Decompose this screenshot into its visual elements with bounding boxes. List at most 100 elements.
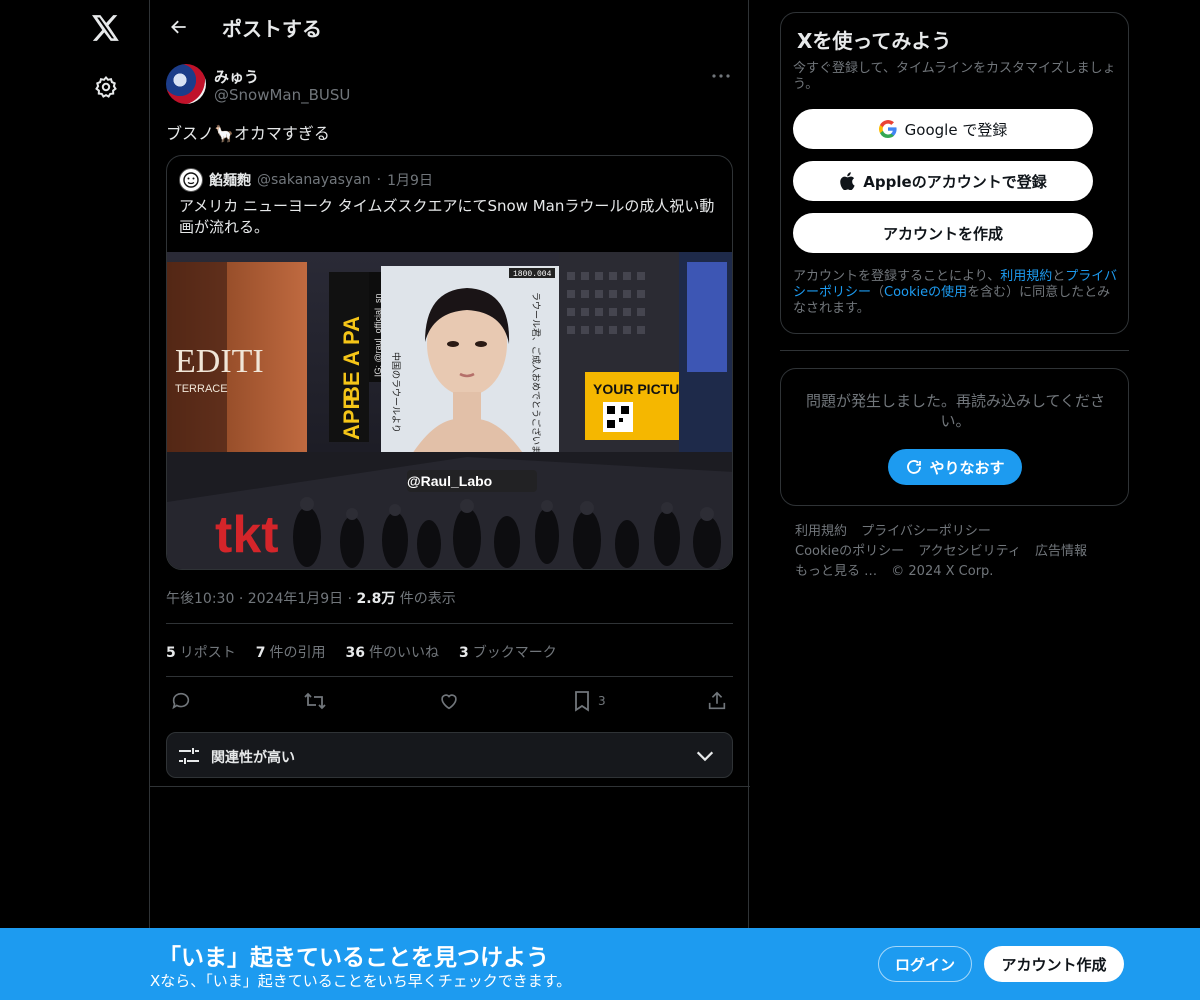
footer-link-more[interactable]: もっと見る … xyxy=(795,564,877,579)
cookie-use-link[interactable]: Cookieの使用 xyxy=(884,285,967,300)
retry-label: やりなおす xyxy=(929,458,1005,477)
banner-create-account-button[interactable]: アカウント作成 xyxy=(984,946,1124,982)
google-signup-button[interactable]: Google で登録 xyxy=(793,109,1093,149)
apple-icon xyxy=(840,172,855,190)
footer-link-accessibility[interactable]: アクセシビリティ xyxy=(918,544,1021,559)
quoted-post[interactable]: 餡麺麭 @sakanayasyan · 1月9日 アメリカ ニューヨーク タイム… xyxy=(166,155,733,570)
back-arrow-icon[interactable] xyxy=(162,10,196,44)
stat-quotes[interactable]: 7 件の引用 xyxy=(256,642,326,662)
quote-date: 1月9日 xyxy=(387,173,433,189)
signup-subtitle: 今すぐ登録して、タイムラインをカスタマイズしましょう。 xyxy=(793,61,1116,92)
banner-title: 「いま」起きていることを見つけよう xyxy=(158,945,549,971)
footer-link-privacy[interactable]: プライバシーポリシー xyxy=(861,524,991,539)
error-message: 問題が発生しました。再読み込みしてください。 xyxy=(805,392,1106,430)
footer-copyright: © 2024 X Corp. xyxy=(891,564,994,579)
terms-of-service-link[interactable]: 利用規約 xyxy=(1000,269,1052,284)
post-stats: 5 リポスト 7 件の引用 36 件のいいね 3 ブックマーク xyxy=(166,642,557,662)
settings-gear-icon[interactable] xyxy=(86,67,126,107)
x-logo-icon[interactable] xyxy=(86,8,126,48)
times-square-scene: EDITI TERRACE BE A PA APP IG: @raul_offi… xyxy=(167,252,732,569)
post-actions: 3 xyxy=(166,688,733,714)
quote-header: 餡麺麭 @sakanayasyan · 1月9日 xyxy=(179,168,433,192)
quote-text: アメリカ ニューヨーク タイムズスクエアにてSnow Manラウールの成人祝い動… xyxy=(179,197,715,236)
divider xyxy=(166,623,733,624)
stat-count: 7 xyxy=(255,645,266,661)
terms-paren: （ xyxy=(871,285,885,300)
divider xyxy=(166,676,733,677)
meta-separator-1: · xyxy=(238,591,248,607)
stat-count: 3 xyxy=(458,645,469,661)
refresh-icon xyxy=(907,460,922,474)
post-meta: 午後10:30 · 2024年1月9日 · 2.8万 件の表示 xyxy=(166,588,456,608)
raul-labo-overlay: @Raul_Labo xyxy=(407,473,492,489)
stat-likes[interactable]: 36 件のいいね xyxy=(346,642,439,662)
stat-count: 5 xyxy=(166,645,176,661)
bookmark-button[interactable]: 3 xyxy=(572,688,606,714)
bookmark-count: 3 xyxy=(598,694,606,708)
quote-separator: · xyxy=(376,172,382,188)
retry-button[interactable]: やりなおす xyxy=(888,449,1022,485)
signup-title: Xを使ってみよう xyxy=(797,29,952,53)
terms-mid: と xyxy=(1052,269,1066,284)
post-date[interactable]: 2024年1月9日 xyxy=(248,591,343,607)
banner-subtitle: Xなら、「いま」起きていることをいち早くチェックできます。 xyxy=(150,972,572,990)
vertical-message: ラウール君、ご成人おめでとうございます! xyxy=(530,292,542,467)
views-count: 2.8万 xyxy=(356,591,396,607)
divider xyxy=(780,350,1129,351)
stat-label: ブックマーク xyxy=(472,645,557,661)
stat-label: リポスト xyxy=(179,645,236,661)
reply-icon[interactable] xyxy=(170,688,192,714)
create-account-button[interactable]: アカウントを作成 xyxy=(793,213,1093,253)
author-name[interactable]: みゅう xyxy=(214,66,259,87)
page-title: ポストする xyxy=(222,17,322,41)
terms-text: アカウントを登録することにより、利用規約とプライバシーポリシー（Cookieの使… xyxy=(793,269,1121,317)
app-sign: APP xyxy=(339,395,364,440)
signup-card: Xを使ってみよう 今すぐ登録して、タイムラインをカスタマイズしましょう。 Goo… xyxy=(780,12,1129,334)
apple-signup-label: Appleのアカウントで登録 xyxy=(863,172,1047,191)
stat-reposts[interactable]: 5 リポスト xyxy=(166,642,236,662)
terms-prefix: アカウントを登録することにより、 xyxy=(793,269,1001,284)
divider xyxy=(150,786,750,787)
stat-label: 件のいいね xyxy=(368,645,439,661)
google-signup-label: Google で登録 xyxy=(904,120,1008,139)
post-text: ブスノ🦙オカマすぎる xyxy=(166,124,330,143)
like-icon[interactable] xyxy=(438,688,460,714)
author-handle[interactable]: @SnowMan_BUSU xyxy=(214,86,350,104)
meta-separator-2: · xyxy=(347,591,357,607)
vertical-message-2: 中国のラウールより xyxy=(390,352,402,433)
views-label: 件の表示 xyxy=(399,591,456,607)
avatar[interactable] xyxy=(166,64,206,104)
quote-author-name: 餡麺麭 xyxy=(209,173,251,189)
stat-label: 件の引用 xyxy=(269,645,326,661)
page-header: ポストする xyxy=(150,0,750,53)
error-card: 問題が発生しました。再読み込みしてください。 やりなおす xyxy=(780,368,1129,506)
footer-link-ads[interactable]: 広告情報 xyxy=(1035,544,1087,559)
quote-author-handle: @sakanayasyan xyxy=(257,172,371,188)
login-button[interactable]: ログイン xyxy=(878,946,972,982)
edition-sign: EDITI xyxy=(175,343,264,380)
apple-signup-button[interactable]: Appleのアカウントで登録 xyxy=(793,161,1093,201)
footer-link-terms[interactable]: 利用規約 xyxy=(795,524,847,539)
filter-sliders-icon xyxy=(177,744,201,772)
quote-media-image[interactable]: EDITI TERRACE BE A PA APP IG: @raul_offi… xyxy=(167,252,732,569)
be-a-pa-sign: BE A PA xyxy=(339,316,364,402)
main-column: ポストする みゅう @SnowMan_BUSU ブスノ🦙オカマすぎる 餡麺麭 @… xyxy=(149,0,750,1000)
reply-sort-dropdown[interactable]: 関連性が高い xyxy=(166,732,733,778)
post-author: みゅう @SnowMan_BUSU xyxy=(166,64,736,108)
quote-avatar xyxy=(179,168,203,192)
share-icon[interactable] xyxy=(706,688,728,714)
svg-text:TERRACE: TERRACE xyxy=(175,383,228,395)
tkts-sign: tkt xyxy=(215,506,279,564)
stat-bookmarks[interactable]: 3 ブックマーク xyxy=(459,642,557,662)
google-icon xyxy=(878,120,897,138)
footer-link-cookie[interactable]: Cookieのポリシー xyxy=(795,544,904,559)
login-banner: 「いま」起きていることを見つけよう Xなら、「いま」起きていることをいち早くチェ… xyxy=(0,928,1200,1000)
billboard-number: 1800.004 xyxy=(513,270,552,279)
create-account-label: アカウントを作成 xyxy=(882,224,1003,243)
repost-icon[interactable] xyxy=(303,688,327,714)
left-nav xyxy=(0,0,150,1000)
post-time[interactable]: 午後10:30 xyxy=(166,591,234,607)
more-options-icon[interactable] xyxy=(706,66,736,86)
sort-label: 関連性が高い xyxy=(211,750,295,766)
right-sidebar: Xを使ってみよう 今すぐ登録して、タイムラインをカスタマイズしましょう。 Goo… xyxy=(780,0,1130,1000)
